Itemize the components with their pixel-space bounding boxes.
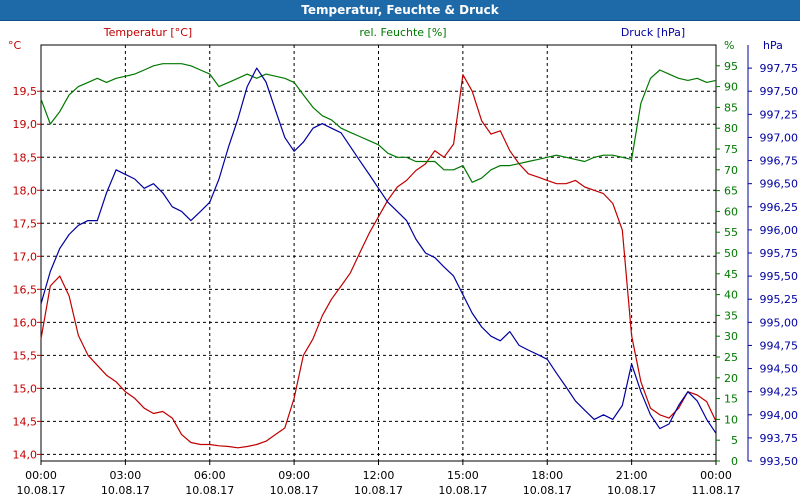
humidity-tick-label: 65	[724, 185, 738, 198]
pressure-tick-label: 996,00	[760, 224, 799, 237]
humidity-tick-label: 70	[724, 164, 738, 177]
humidity-tick-label: 90	[724, 81, 738, 94]
x-tick-label-time: 12:00	[363, 469, 395, 482]
pressure-tick-label: 996,75	[760, 155, 799, 168]
humidity-tick-label: 75	[724, 143, 738, 156]
x-tick-label-time: 03:00	[110, 469, 142, 482]
pressure-tick-label: 996,25	[760, 201, 799, 214]
chart-area: °C Temperatur [°C] rel. Feuchte [%] Druc…	[8, 26, 799, 497]
humidity-tick-label: 45	[724, 268, 738, 281]
humidity-axis-title: rel. Feuchte [%]	[359, 26, 446, 39]
humidity-tick-label: 55	[724, 226, 738, 239]
humidity-tick-label: 0	[731, 455, 738, 468]
temperature-tick-label: 18,5	[13, 151, 38, 164]
x-tick-label-date: 10.08.17	[354, 484, 403, 497]
humidity-tick-label: 60	[724, 205, 738, 218]
pressure-tick-label: 994,50	[760, 363, 799, 376]
x-tick-label-time: 18:00	[531, 469, 563, 482]
x-tick-label-date: 10.08.17	[185, 484, 234, 497]
x-tick-label-time: 15:00	[447, 469, 479, 482]
temperature-tick-label: 16,5	[13, 283, 38, 296]
pressure-tick-label: 997,75	[760, 62, 799, 75]
pressure-tick-label: 997,00	[760, 131, 799, 144]
temperature-tick-label: 19,5	[13, 85, 38, 98]
humidity-tick-label: 40	[724, 289, 738, 302]
x-tick-label-time: 09:00	[278, 469, 310, 482]
temperature-tick-label: 14,5	[13, 415, 38, 428]
x-tick-label-date: 10.08.17	[17, 484, 66, 497]
temperature-unit-label: °C	[8, 39, 22, 52]
humidity-tick-label: 20	[724, 372, 738, 385]
x-tick-label-time: 06:00	[194, 469, 226, 482]
temperature-tick-label: 17,5	[13, 217, 38, 230]
x-tick-label-date: 10.08.17	[523, 484, 572, 497]
humidity-tick-label: 95	[724, 60, 738, 73]
pressure-unit-label: hPa	[763, 39, 783, 52]
humidity-tick-label: 85	[724, 101, 738, 114]
humidity-tick-label: 10	[724, 413, 738, 426]
x-tick-label-time: 00:00	[700, 469, 732, 482]
grid	[41, 45, 716, 461]
humidity-tick-label: 5	[731, 434, 738, 447]
humidity-tick-label: 30	[724, 330, 738, 343]
humidity-tick-label: 25	[724, 351, 738, 364]
pressure-tick-label: 997,25	[760, 108, 799, 121]
humidity-tick-label: 15	[724, 393, 738, 406]
pressure-tick-label: 995,00	[760, 316, 799, 329]
pressure-tick-label: 993,50	[760, 455, 799, 468]
x-tick-label-time: 00:00	[25, 469, 57, 482]
temperature-tick-label: 18,0	[13, 184, 38, 197]
pressure-tick-label: 995,75	[760, 247, 799, 260]
humidity-tick-label: 80	[724, 122, 738, 135]
pressure-tick-label: 994,25	[760, 386, 799, 399]
temperature-tick-label: 16,0	[13, 316, 38, 329]
temperature-tick-label: 15,0	[13, 382, 38, 395]
pressure-tick-label: 997,50	[760, 85, 799, 98]
temperature-tick-label: 15,5	[13, 349, 38, 362]
x-tick-label-date: 11.08.17	[692, 484, 741, 497]
temperature-tick-label: 17,0	[13, 250, 38, 263]
temperature-axis-title: Temperatur [°C]	[103, 26, 192, 39]
pressure-tick-label: 993,75	[760, 432, 799, 445]
pressure-tick-label: 994,00	[760, 409, 799, 422]
pressure-tick-label: 995,50	[760, 270, 799, 283]
axis-ticks: 00:00 10.08.17 03:00 10.08.17 06:00 10.08.17 0…	[13, 60, 799, 497]
pressure-tick-label: 994,75	[760, 339, 799, 352]
pressure-axis-title: Druck [hPa]	[621, 26, 685, 39]
temperature-tick-label: 19,0	[13, 118, 38, 131]
x-tick-label-time: 21:00	[616, 469, 648, 482]
x-tick-label-date: 10.08.17	[438, 484, 487, 497]
x-tick-label-date: 10.08.17	[607, 484, 656, 497]
temperature-tick-label: 14,0	[13, 448, 38, 461]
x-tick-label-date: 10.08.17	[101, 484, 150, 497]
x-tick-label-date: 10.08.17	[270, 484, 319, 497]
humidity-tick-label: 35	[724, 309, 738, 322]
humidity-unit-label: %	[724, 39, 734, 52]
pressure-tick-label: 996,50	[760, 178, 799, 191]
pressure-tick-label: 995,25	[760, 293, 799, 306]
humidity-tick-label: 50	[724, 247, 738, 260]
